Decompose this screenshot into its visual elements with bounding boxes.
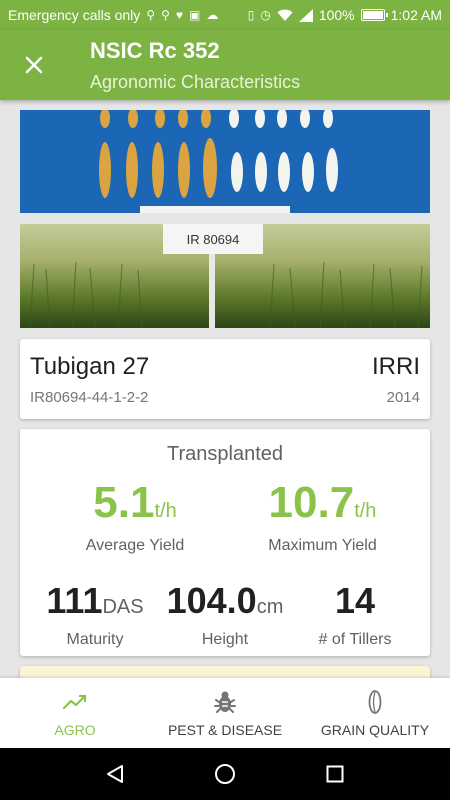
field-photo: IR 80694	[20, 224, 430, 328]
average-yield-unit: t/h	[154, 500, 177, 522]
recents-square-icon	[326, 765, 344, 783]
clock: 1:02 AM	[390, 7, 442, 23]
maturity-label: Maturity	[66, 631, 124, 648]
height-unit: cm	[256, 596, 284, 618]
grain-icon	[368, 690, 382, 714]
maturity-unit: DAS	[102, 596, 144, 618]
nav-grain-quality[interactable]: GRAIN QUALITY	[300, 678, 450, 748]
height-stat: 104.0cm Height	[155, 583, 295, 649]
health-icon: ♥	[175, 8, 183, 22]
usb-icon: ⚲	[146, 8, 156, 22]
image-icon: ▣	[189, 8, 201, 22]
tillers-value: 14	[334, 580, 376, 621]
page-title: NSIC Rc 352	[90, 38, 220, 63]
wifi-icon	[277, 9, 293, 21]
back-button[interactable]	[95, 754, 135, 794]
maximum-yield-label: Maximum Yield	[268, 537, 377, 554]
carrier-text: Emergency calls only	[8, 7, 141, 23]
tillers-stat: 14 # of Tillers	[295, 583, 415, 649]
vibrate-icon: ▯	[247, 8, 255, 22]
bottom-navigation: AGRO PEST & DISEASE GRAIN QUALITY	[0, 678, 450, 748]
alarm-icon: ◷	[260, 8, 271, 22]
battery-percent: 100%	[318, 7, 355, 23]
maturity-value: 111	[46, 580, 103, 621]
tillers-label: # of Tillers	[318, 631, 392, 648]
height-value: 104.0	[166, 580, 257, 621]
maturity-stat: 111DAS Maturity	[30, 583, 160, 649]
main-content[interactable]: IR 80694 Tubigan 27 IR80694-44-1-2-2 IRR…	[0, 100, 450, 678]
nav-agro-label: AGRO	[54, 722, 96, 738]
close-icon	[25, 56, 43, 74]
usb-debug-icon: ⚲	[161, 8, 170, 22]
nav-pest-disease[interactable]: PEST & DISEASE	[150, 678, 300, 748]
field-photo-illustration: IR 80694	[20, 224, 430, 328]
nav-grain-quality-label: GRAIN QUALITY	[320, 722, 430, 738]
average-yield-value: 5.1	[93, 478, 155, 527]
next-card-peek	[20, 666, 430, 678]
height-label: Height	[201, 631, 249, 648]
close-button[interactable]	[16, 47, 52, 83]
trending-up-icon	[62, 694, 87, 710]
variety-year: 2014	[386, 389, 420, 406]
signal-icon	[298, 8, 313, 22]
status-bar: Emergency calls only ⚲ ⚲ ♥ ▣ ☁ ▯ ◷ 100% …	[0, 0, 450, 30]
nav-agro[interactable]: AGRO	[0, 678, 150, 748]
bug-icon	[214, 691, 236, 713]
cloud-icon: ☁	[206, 8, 219, 22]
variety-code: IR80694-44-1-2-2	[30, 389, 149, 406]
grain-photo-illustration	[20, 110, 430, 213]
maximum-yield-value: 10.7	[268, 478, 355, 527]
home-button[interactable]	[205, 754, 245, 794]
battery-icon	[360, 9, 388, 21]
variety-institution: IRRI	[372, 353, 420, 380]
maximum-yield-unit: t/h	[354, 500, 377, 522]
average-yield-label: Average Yield	[85, 537, 185, 554]
back-triangle-icon	[107, 765, 123, 783]
grain-photo	[20, 110, 430, 213]
maximum-yield: 10.7t/h Maximum Yield	[240, 481, 405, 555]
recents-button[interactable]	[315, 754, 355, 794]
average-yield: 5.1t/h Average Yield	[60, 481, 210, 555]
variety-card: Tubigan 27 IR80694-44-1-2-2 IRRI 2014	[20, 339, 430, 419]
app-bar: NSIC Rc 352 Agronomic Characteristics	[0, 30, 450, 100]
nav-pest-disease-label: PEST & DISEASE	[167, 722, 283, 738]
page-subtitle: Agronomic Characteristics	[90, 72, 301, 92]
field-sign-text: IR 80694	[187, 232, 240, 247]
variety-name: Tubigan 27	[30, 353, 150, 380]
system-navigation-bar	[0, 748, 450, 800]
planting-method: Transplanted	[167, 443, 283, 465]
yield-card: Transplanted 5.1t/h Average Yield 10.7t/…	[20, 429, 430, 656]
home-circle-icon	[215, 764, 235, 784]
